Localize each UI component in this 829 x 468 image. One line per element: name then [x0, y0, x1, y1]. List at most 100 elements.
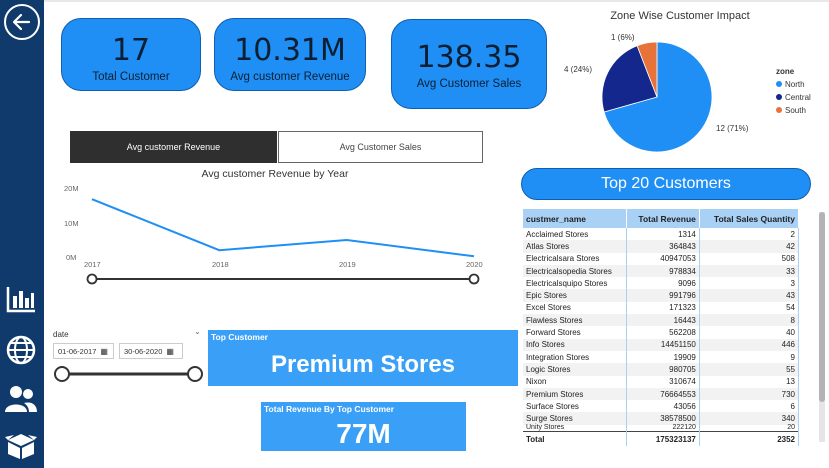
legend-label: Central: [785, 93, 811, 102]
pie-chart-title: Zone Wise Customer Impact: [610, 10, 750, 22]
scrollbar-thumb[interactable]: [819, 212, 825, 402]
customer-name-cell: Electricalsopedia Stores: [523, 264, 628, 278]
quantity-cell: 6: [699, 400, 800, 413]
revenue-cell: 171323: [626, 301, 700, 315]
customer-name-cell: Electricalsara Stores: [523, 252, 628, 265]
date-start-input[interactable]: 01-06-2017 ▦: [53, 343, 114, 359]
table-row[interactable]: Logic Stores 980705 55: [523, 363, 800, 376]
legend-title: zone: [776, 67, 795, 76]
table-row[interactable]: Nixon 310674 13: [523, 375, 800, 388]
revenue-cell: 310674: [626, 375, 700, 388]
table-row[interactable]: Info Stores 14451150 446: [523, 338, 800, 351]
table-row[interactable]: Electricalsquipo Stores 9096 3: [523, 277, 800, 290]
table-row[interactable]: Surge Stores 38578500 340: [523, 412, 800, 425]
quantity-cell: 43: [699, 289, 800, 302]
column-header[interactable]: Total Sales Quantity: [699, 209, 800, 228]
users-icon[interactable]: [2, 382, 40, 416]
table-row[interactable]: Surface Stores 43056 6: [523, 400, 800, 413]
customer-name-cell: Premium Stores: [523, 387, 628, 401]
top-revenue-value: 77M: [336, 418, 391, 449]
zoom-slider-handle-right[interactable]: [468, 273, 480, 285]
table-row[interactable]: Unity Stores 222120 20: [523, 424, 800, 432]
date-slider-handle-left[interactable]: [54, 366, 70, 382]
customer-name-cell: Logic Stores: [523, 363, 628, 376]
top-customer-title: Top Customer: [211, 332, 268, 342]
line-chart: [86, 198, 480, 285]
table-row[interactable]: Flawless Stores 16443 8: [523, 314, 800, 327]
pie-label-south: 1 (6%): [611, 33, 635, 42]
revenue-cell: 562208: [626, 326, 700, 339]
legend-dot-icon: [776, 94, 782, 100]
revenue-cell: 43056: [626, 400, 700, 413]
quantity-cell: 446: [699, 338, 800, 351]
calendar-icon[interactable]: ▦: [100, 347, 108, 356]
globe-icon[interactable]: [2, 333, 40, 367]
table-row[interactable]: Forward Stores 562208 40: [523, 326, 800, 339]
table-row[interactable]: Atlas Stores 364843 42: [523, 240, 800, 253]
quantity-cell: 13: [699, 375, 800, 388]
column-header[interactable]: custmer_name: [523, 209, 628, 228]
customer-name-cell: Excel Stores: [523, 301, 628, 315]
top-revenue-title: Total Revenue By Top Customer: [264, 404, 395, 414]
customer-name-cell: Epic Stores: [523, 289, 628, 302]
zoom-slider-handle-left[interactable]: [86, 273, 98, 285]
quantity-cell: 9: [699, 350, 800, 364]
pie-label-north: 12 (71%): [716, 124, 749, 133]
table-row[interactable]: Electricalsara Stores 40947053 508: [523, 252, 800, 265]
revenue-cell: 19909: [626, 350, 700, 364]
date-range-slider[interactable]: [50, 364, 210, 384]
revenue-cell: 222120: [626, 424, 700, 432]
customer-name-cell: Flawless Stores: [523, 314, 628, 327]
customer-name-cell: Integration Stores: [523, 350, 628, 364]
revenue-cell: 1314: [626, 228, 700, 241]
customer-name-cell: Forward Stores: [523, 326, 628, 339]
total-revenue: 175323137: [626, 431, 700, 446]
quantity-cell: 40: [699, 326, 800, 339]
revenue-cell: 76664553: [626, 387, 700, 401]
table-row[interactable]: Premium Stores 76664553 730: [523, 387, 800, 401]
box-icon[interactable]: [2, 428, 40, 462]
quantity-cell: 8: [699, 314, 800, 327]
series-line: [91, 198, 475, 258]
legend-label: North: [785, 80, 805, 89]
table-row[interactable]: Excel Stores 171323 54: [523, 301, 800, 315]
legend-item-south[interactable]: South: [776, 106, 811, 115]
date-slider-handle-right[interactable]: [187, 366, 203, 382]
table-row[interactable]: Epic Stores 991796 43: [523, 289, 800, 302]
chevron-down-icon[interactable]: ⌄: [194, 327, 201, 336]
quantity-cell: 54: [699, 301, 800, 315]
revenue-cell: 991796: [626, 289, 700, 302]
total-row: Total 175323137 2352: [523, 431, 800, 446]
customer-name-cell: Surge Stores: [523, 412, 628, 425]
top-revenue-card: Total Revenue By Top Customer 77M: [261, 402, 466, 451]
quantity-cell: 55: [699, 363, 800, 376]
pie-chart: [601, 41, 713, 153]
legend-item-north[interactable]: North: [776, 80, 811, 89]
revenue-cell: 14451150: [626, 338, 700, 351]
top-customer-card: Top Customer Premium Stores: [208, 330, 518, 386]
date-end-input[interactable]: 30-06-2020 ▦: [119, 343, 183, 359]
quantity-cell: 20: [699, 424, 800, 432]
pie-label-central: 4 (24%): [564, 65, 593, 74]
date-slicer-label: date: [53, 330, 69, 339]
revenue-cell: 40947053: [626, 252, 700, 265]
customer-name-cell: Atlas Stores: [523, 240, 628, 253]
table-row[interactable]: Electricalsopedia Stores 978834 33: [523, 264, 800, 278]
top-customer-value: Premium Stores: [270, 351, 456, 378]
revenue-cell: 980705: [626, 363, 700, 376]
table-row[interactable]: Integration Stores 19909 9: [523, 350, 800, 364]
revenue-cell: 9096: [626, 277, 700, 290]
customer-name-cell: Unity Stores: [523, 424, 628, 432]
quantity-cell: 508: [699, 252, 800, 265]
legend-item-central[interactable]: Central: [776, 93, 811, 102]
date-end-value: 30-06-2020: [124, 346, 163, 356]
table-row[interactable]: Acclaimed Stores 1314 2: [523, 228, 800, 241]
column-header[interactable]: Total Revenue: [626, 209, 700, 228]
quantity-cell: 3: [699, 277, 800, 290]
quantity-cell: 33: [699, 264, 800, 278]
legend-dot-icon: [776, 81, 782, 87]
table-scrollbar[interactable]: [819, 212, 825, 442]
customer-name-cell: Nixon: [523, 375, 628, 388]
date-start-value: 01-06-2017: [58, 346, 97, 356]
calendar-icon[interactable]: ▦: [166, 347, 174, 356]
